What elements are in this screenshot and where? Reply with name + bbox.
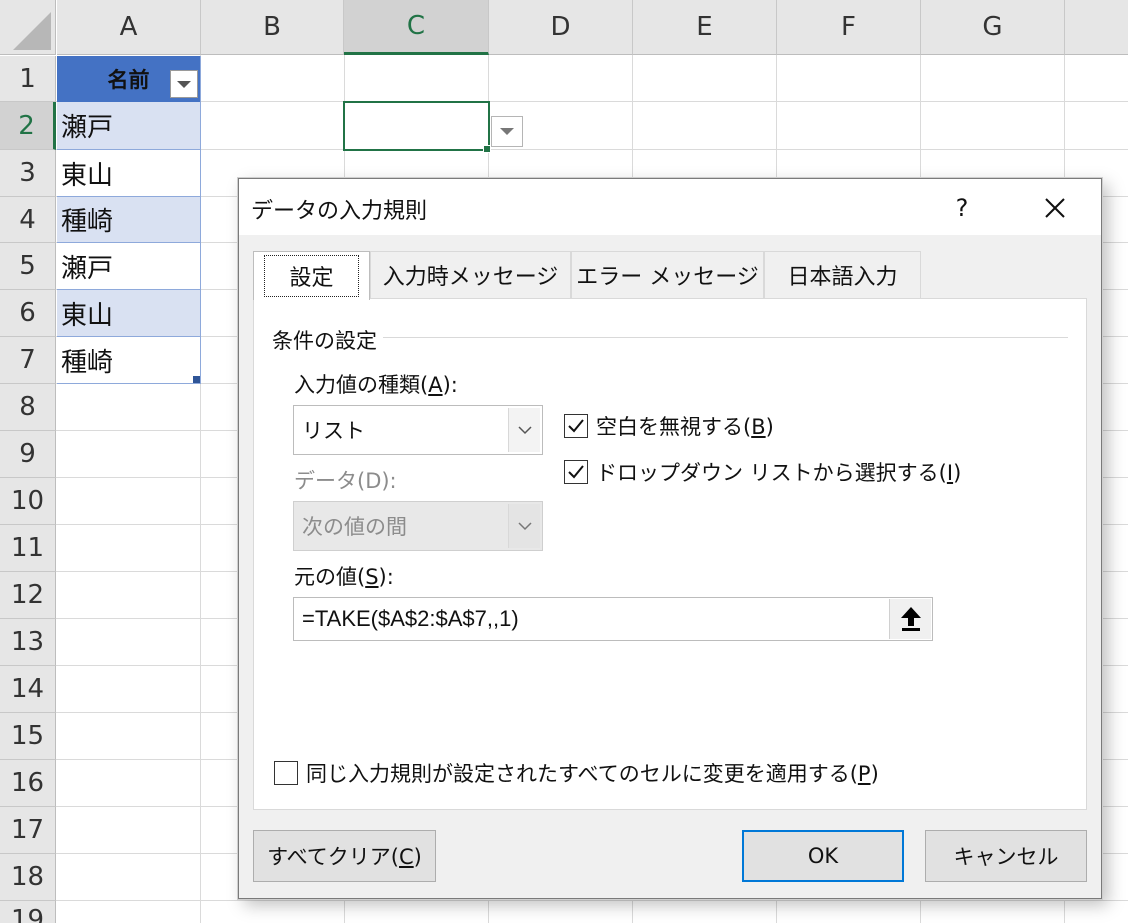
chevron-down-icon <box>508 408 540 452</box>
column-header-f[interactable]: F <box>777 0 921 55</box>
source-label: 元の値(S): <box>294 565 394 589</box>
column-header-g[interactable]: G <box>921 0 1065 55</box>
column-header-h[interactable] <box>1065 0 1128 55</box>
arrow-up-icon <box>900 607 921 631</box>
allow-label: 入力値の種類(A): <box>294 373 458 397</box>
clear-all-button[interactable]: すべてクリア(C) <box>253 830 436 882</box>
close-button[interactable] <box>1025 187 1085 229</box>
row-header-6[interactable]: 6 <box>0 290 56 337</box>
select-all-triangle-icon <box>13 12 51 50</box>
row-header-17[interactable]: 17 <box>0 807 56 854</box>
column-header-b[interactable]: B <box>201 0 344 55</box>
collapse-dialog-button[interactable] <box>889 599 931 639</box>
row-header-13[interactable]: 13 <box>0 619 56 666</box>
tab-settings[interactable]: 設定 <box>253 251 370 300</box>
close-icon <box>1045 198 1065 218</box>
row-header-10[interactable]: 10 <box>0 478 56 525</box>
data-label: データ(D): <box>294 469 397 493</box>
row-header-14[interactable]: 14 <box>0 666 56 713</box>
checkmark-icon <box>564 414 588 438</box>
ok-button[interactable]: OK <box>742 830 904 882</box>
select-all-corner[interactable] <box>0 0 56 55</box>
validation-caret-icon <box>500 128 514 135</box>
chevron-down-icon <box>508 504 540 548</box>
column-header-d[interactable]: D <box>489 0 633 55</box>
tab-input-message[interactable]: 入力時メッセージ <box>370 251 571 298</box>
source-input[interactable]: =TAKE($A$2:$A$7,,1) <box>293 597 933 641</box>
column-header-a[interactable]: A <box>57 0 201 55</box>
allow-select-value: リスト <box>302 419 365 443</box>
group-divider <box>272 337 1068 338</box>
table-border <box>57 56 201 384</box>
row-header-19[interactable]: 19 <box>0 901 56 923</box>
tab-settings-label: 設定 <box>264 255 359 297</box>
fill-handle[interactable] <box>483 145 491 153</box>
column-header-c[interactable]: C <box>344 0 489 55</box>
row-header-5[interactable]: 5 <box>0 243 56 290</box>
row-header-12[interactable]: 12 <box>0 572 56 619</box>
row-header-15[interactable]: 15 <box>0 713 56 760</box>
allow-select[interactable]: リスト <box>293 405 543 455</box>
group-title: 条件の設定 <box>272 325 383 355</box>
dialog-titlebar[interactable]: データの入力規則 ? <box>239 179 1101 235</box>
tab-ime-mode[interactable]: 日本語入力 <box>764 251 921 298</box>
row-header-4[interactable]: 4 <box>0 197 56 243</box>
cancel-button[interactable]: キャンセル <box>925 830 1087 882</box>
row-header-7[interactable]: 7 <box>0 337 56 384</box>
row-header-8[interactable]: 8 <box>0 384 56 431</box>
ignore-blank-checkbox[interactable]: 空白を無視する(B) <box>564 411 774 441</box>
help-button[interactable]: ? <box>939 187 985 229</box>
data-validation-dialog: データの入力規則 ? 設定 入力時メッセージ エラー メッセージ 日本語入力 条… <box>238 178 1102 899</box>
row-header-9[interactable]: 9 <box>0 431 56 478</box>
checkmark-icon <box>564 460 588 484</box>
row-header-1[interactable]: 1 <box>0 56 56 102</box>
row-header-2[interactable]: 2 <box>0 102 56 150</box>
in-cell-dropdown-checkbox[interactable]: ドロップダウン リストから選択する(I) <box>564 457 961 487</box>
tab-error-alert[interactable]: エラー メッセージ <box>571 251 764 298</box>
validation-dropdown-button[interactable] <box>491 116 523 147</box>
table-resize-handle[interactable] <box>193 376 200 383</box>
settings-panel: 条件の設定 入力値の種類(A): リスト データ(D): 次の値の間 空白を無視… <box>253 298 1087 810</box>
apply-all-checkbox[interactable]: 同じ入力規則が設定されたすべてのセルに変更を適用する(P) <box>274 758 879 788</box>
dialog-title: データの入力規則 <box>251 199 428 224</box>
column-header-e[interactable]: E <box>633 0 777 55</box>
selected-cell-c2[interactable] <box>343 101 490 151</box>
checkbox-empty-icon <box>274 761 298 785</box>
row-header-3[interactable]: 3 <box>0 150 56 197</box>
data-select-value: 次の値の間 <box>302 515 407 539</box>
source-input-value: =TAKE($A$2:$A$7,,1) <box>302 606 519 631</box>
row-header-18[interactable]: 18 <box>0 854 56 901</box>
row-header-16[interactable]: 16 <box>0 760 56 807</box>
row-header-11[interactable]: 11 <box>0 525 56 572</box>
data-select: 次の値の間 <box>293 501 543 551</box>
